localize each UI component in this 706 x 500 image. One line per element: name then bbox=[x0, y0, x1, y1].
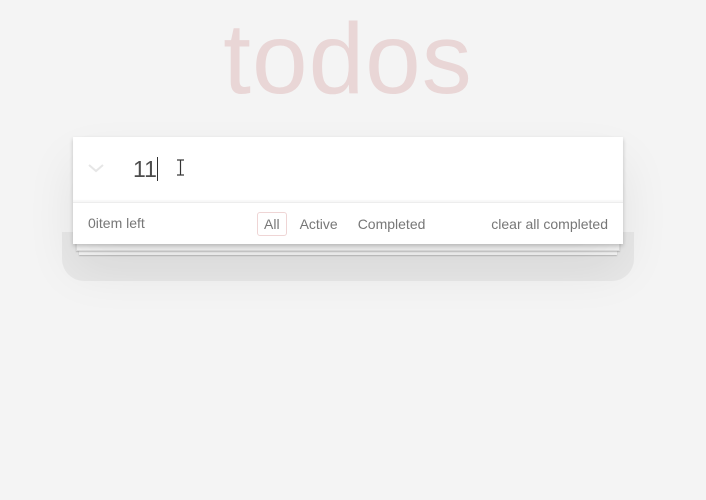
todo-app: 0item left All Active Completed clear al… bbox=[73, 137, 623, 244]
filter-all[interactable]: All bbox=[257, 212, 287, 236]
filter-item: Active bbox=[293, 212, 345, 236]
new-todo-input[interactable] bbox=[133, 149, 603, 189]
text-cursor-icon bbox=[177, 159, 184, 176]
text-caret bbox=[157, 157, 158, 181]
filter-item: Completed bbox=[351, 212, 433, 236]
chevron-down-icon-svg bbox=[88, 164, 104, 173]
filter-item: All bbox=[257, 212, 287, 236]
todo-count: 0item left bbox=[88, 215, 145, 231]
filter-completed[interactable]: Completed bbox=[351, 212, 433, 236]
page-title: todos bbox=[223, 3, 473, 115]
filter-active[interactable]: Active bbox=[293, 212, 345, 236]
filters: All Active Completed bbox=[257, 212, 438, 236]
footer: 0item left All Active Completed clear al… bbox=[73, 203, 623, 244]
chevron-down-icon[interactable] bbox=[85, 157, 107, 179]
input-row bbox=[73, 137, 623, 203]
clear-completed-button[interactable]: clear all completed bbox=[491, 216, 608, 232]
